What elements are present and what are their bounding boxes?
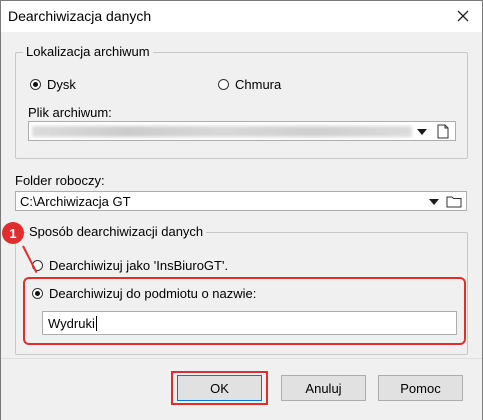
radio-disk-indicator — [30, 79, 41, 90]
radio-disk-label: Dysk — [47, 77, 76, 92]
close-button[interactable] — [452, 5, 474, 27]
working-folder-combo[interactable]: C:\Archiwizacja GT — [15, 191, 467, 211]
ok-button-highlight — [171, 371, 268, 405]
radio-disk[interactable]: Dysk — [30, 77, 76, 92]
dialog-window: Dearchiwizacja danych Lokalizacja archiw… — [0, 0, 483, 420]
archive-location-legend: Lokalizacja archiwum — [23, 44, 153, 59]
chevron-down-icon[interactable] — [417, 129, 427, 135]
radio-insbiuro[interactable]: Dearchiwizuj jako 'InsBiuroGT'. — [32, 258, 228, 273]
close-icon — [457, 10, 469, 22]
document-icon[interactable] — [436, 124, 450, 139]
title-bar: Dearchiwizacja danych — [1, 1, 482, 32]
cancel-button-label: Anuluj — [305, 380, 342, 396]
method-legend: Sposób dearchiwizacji danych — [26, 224, 207, 239]
archive-location-group: Lokalizacja archiwum Dysk Chmura Plik ar… — [15, 44, 468, 159]
dialog-footer: OK Anuluj Pomoc — [1, 358, 482, 420]
entity-option-highlight — [23, 277, 466, 345]
archive-file-label: Plik archiwum: — [28, 105, 112, 120]
archive-file-combo[interactable] — [28, 121, 456, 141]
chevron-down-icon[interactable] — [429, 199, 439, 205]
help-button[interactable]: Pomoc — [378, 375, 463, 401]
folder-icon[interactable] — [446, 194, 462, 208]
window-title: Dearchiwizacja danych — [8, 8, 152, 24]
radio-cloud-label: Chmura — [235, 77, 282, 92]
working-folder-value: C:\Archiwizacja GT — [20, 194, 131, 209]
radio-cloud[interactable]: Chmura — [218, 77, 281, 92]
help-button-label: Pomoc — [400, 380, 441, 396]
dialog-content: Lokalizacja archiwum Dysk Chmura Plik ar… — [1, 32, 482, 358]
cancel-button[interactable]: Anuluj — [281, 375, 366, 401]
archive-file-value — [32, 126, 412, 137]
radio-cloud-indicator — [218, 79, 229, 90]
radio-insbiuro-label: Dearchiwizuj jako 'InsBiuroGT'. — [49, 258, 229, 273]
step-marker: 1 — [2, 222, 24, 244]
working-folder-label: Folder roboczy: — [15, 173, 105, 188]
